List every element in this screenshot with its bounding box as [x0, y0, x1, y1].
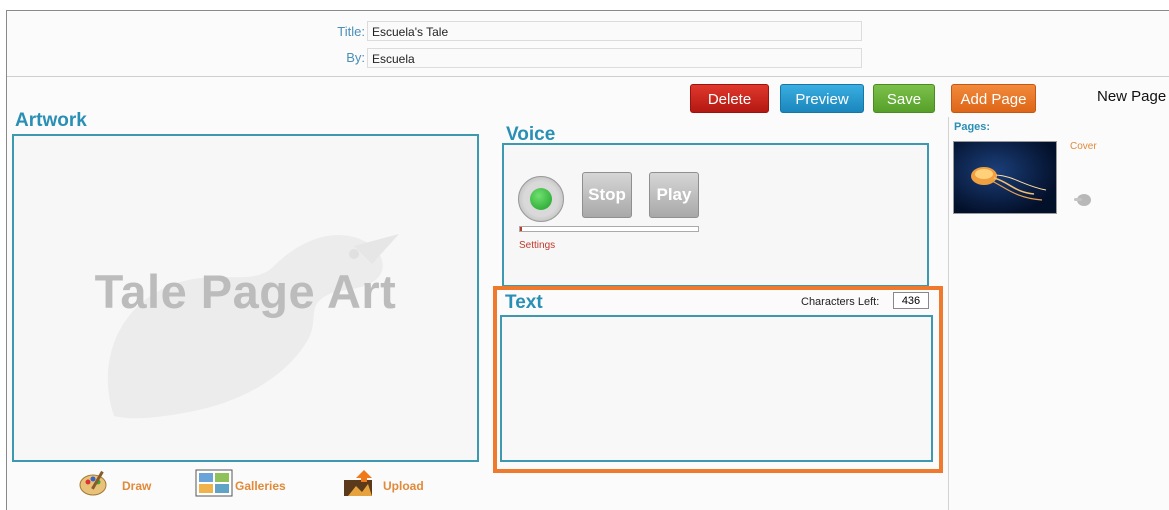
upload-icon [344, 470, 372, 496]
delete-button[interactable]: Delete [690, 84, 769, 113]
characters-left-label: Characters Left: [801, 296, 880, 308]
add-page-button[interactable]: Add Page [951, 84, 1036, 113]
artwork-heading: Artwork [15, 110, 87, 131]
title-field[interactable]: Escuela's Tale [367, 21, 862, 41]
gallery-icon [195, 469, 233, 497]
characters-left-count: 436 [893, 292, 929, 309]
by-label: By: [346, 50, 365, 65]
settings-link[interactable]: Settings [519, 240, 555, 251]
stop-button[interactable]: Stop [582, 172, 632, 218]
pages-heading: Pages: [954, 121, 991, 133]
galleries-tool[interactable]: Galleries [195, 468, 295, 498]
play-button[interactable]: Play [649, 172, 699, 218]
record-icon [530, 188, 552, 210]
save-button[interactable]: Save [873, 84, 935, 113]
drag-hand-icon[interactable] [1072, 190, 1094, 208]
recording-progress-bar [519, 226, 699, 232]
progress-fill [520, 227, 522, 231]
record-button[interactable] [518, 176, 564, 222]
page-label-cover: Cover [1070, 141, 1097, 152]
author-field[interactable]: Escuela [367, 48, 862, 68]
voice-panel [502, 143, 929, 287]
artwork-placeholder: Tale Page Art [94, 265, 397, 318]
title-label: Title: [337, 24, 365, 39]
palette-icon [79, 470, 107, 496]
galleries-label: Galleries [235, 479, 286, 493]
upload-label: Upload [383, 479, 424, 493]
text-input-area[interactable] [500, 315, 933, 462]
artwork-canvas[interactable]: Tale Page Art [12, 134, 479, 462]
draw-label: Draw [122, 479, 152, 493]
upload-tool[interactable]: Upload [342, 468, 442, 498]
preview-button[interactable]: Preview [780, 84, 864, 113]
jellyfish-thumbnail-icon [971, 167, 1047, 201]
page-thumbnail-cover[interactable] [953, 141, 1057, 214]
new-page-link[interactable]: New Page [1097, 88, 1166, 105]
text-heading: Text [505, 292, 543, 313]
draw-tool[interactable]: Draw [78, 468, 158, 498]
